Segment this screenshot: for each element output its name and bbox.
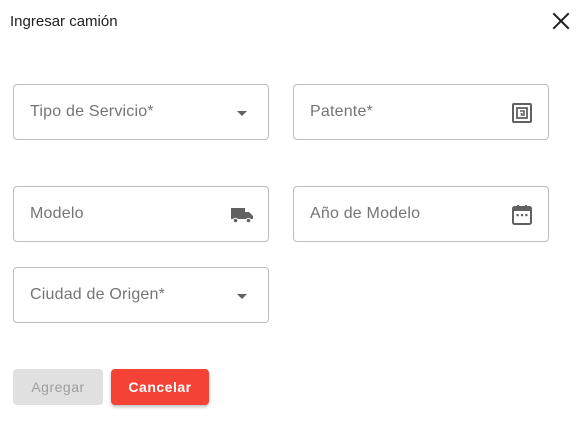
anio-modelo-input[interactable]: Año de Modelo [293, 186, 549, 242]
tipo-servicio-select[interactable]: Tipo de Servicio* [13, 84, 269, 140]
modelo-label: Modelo [30, 205, 84, 222]
license-plate-icon[interactable] [510, 101, 534, 125]
tipo-servicio-label: Tipo de Servicio* [30, 103, 154, 120]
ciudad-origen-select[interactable]: Ciudad de Origen* [13, 267, 269, 323]
ciudad-origen-label: Ciudad de Origen* [30, 286, 166, 303]
dialog-title: Ingresar camión [10, 13, 118, 30]
close-icon [552, 12, 570, 30]
dropdown-arrow-icon [237, 294, 247, 299]
patente-label: Patente* [310, 103, 373, 120]
truck-icon [231, 208, 253, 224]
calendar-icon[interactable] [510, 203, 534, 227]
ingresar-camion-dialog: Ingresar camión Tipo de Servicio* Patent… [0, 0, 582, 427]
modelo-input[interactable]: Modelo [13, 186, 269, 242]
anio-modelo-label: Año de Modelo [310, 205, 421, 222]
dropdown-arrow-icon [237, 111, 247, 116]
close-button[interactable] [550, 10, 572, 32]
agregar-button[interactable]: Agregar [13, 369, 103, 405]
cancelar-button[interactable]: Cancelar [111, 369, 209, 405]
patente-input[interactable]: Patente* [293, 84, 549, 140]
